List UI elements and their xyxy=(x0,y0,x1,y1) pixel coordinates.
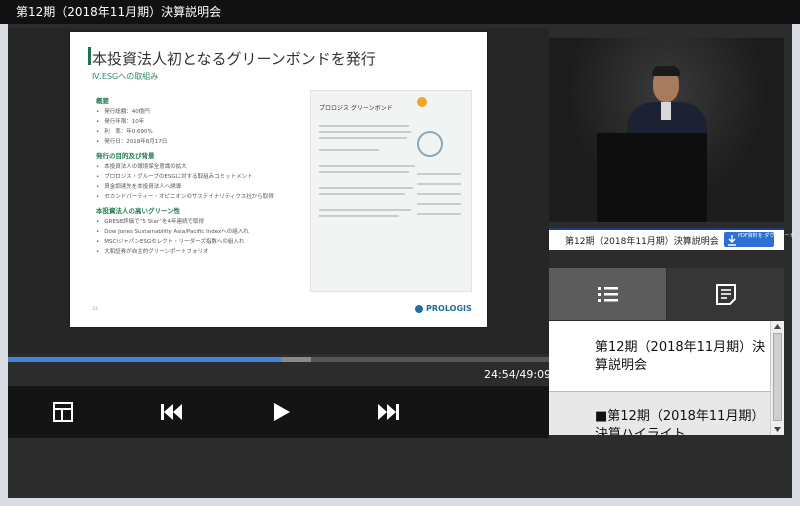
prologis-logo-text: PROLOGIS xyxy=(426,304,472,313)
previous-button[interactable] xyxy=(156,398,186,426)
doc-line xyxy=(417,203,461,205)
slide: 本投資法人初となるグリーンボンドを発行 Ⅳ.ESGへの取組み 概要 発行総額：4… xyxy=(70,32,487,327)
tab-documents[interactable] xyxy=(667,268,784,320)
doc-line xyxy=(319,187,413,189)
doc-line xyxy=(319,193,405,195)
player-controls xyxy=(8,386,549,438)
slide-page-number: 33 xyxy=(92,307,98,312)
timecode: 24:54/49:09 xyxy=(484,368,552,381)
doc-line xyxy=(417,213,461,215)
play-button[interactable] xyxy=(266,398,296,426)
chapter-list: 第12期（2018年11月期）決算説明会 ■第12期（2018年11月期）決算ハ… xyxy=(549,321,770,435)
seek-bar-played xyxy=(8,357,282,362)
chapter-list-scrollbar[interactable] xyxy=(770,321,784,435)
banner-title: 第12期（2018年11月期）決算説明会 xyxy=(565,237,719,247)
player-container: 本投資法人初となるグリーンボンドを発行 Ⅳ.ESGへの取組み 概要 発行総額：4… xyxy=(8,24,794,498)
seek-bar-buffered xyxy=(281,357,311,362)
list-icon xyxy=(598,287,618,302)
doc-line xyxy=(319,165,415,167)
slide-bullet: Dow Jones Sustainability Asia/Pacific In… xyxy=(96,227,304,237)
podium xyxy=(597,133,707,222)
seek-bar[interactable] xyxy=(8,357,549,362)
doc-line xyxy=(417,183,461,185)
doc-line xyxy=(319,131,411,133)
slide-document-image: プロロジス グリーンボンド xyxy=(310,90,472,292)
window-title: 第12期（2018年11月期）決算説明会 xyxy=(0,0,800,24)
slide-subtitle: Ⅳ.ESGへの取組み xyxy=(92,72,159,81)
next-button[interactable] xyxy=(374,398,404,426)
scroll-down-icon[interactable] xyxy=(771,423,784,435)
slide-area: 本投資法人初となるグリーンボンドを発行 Ⅳ.ESGへの取組み 概要 発行総額：4… xyxy=(8,28,549,354)
doc-line xyxy=(417,193,461,195)
speaker-video xyxy=(549,38,784,222)
list-item[interactable]: ■第12期（2018年11月期）決算ハイライト xyxy=(549,392,770,435)
list-item[interactable]: 第12期（2018年11月期）決算説明会 xyxy=(549,321,770,392)
slide-bullet: MSCIジャパンESGセレクト・リーダーズ指数への組入れ xyxy=(96,237,304,247)
slide-bullet: セカンドパーティー・オピニオンのサステイナリティクス社から取得 xyxy=(96,192,304,202)
slide-bullet: 発行総額：40億円 xyxy=(96,107,304,117)
certification-seal-icon xyxy=(417,131,443,157)
prologis-logo: PROLOGIS xyxy=(415,304,472,313)
chapter-label: ■第12期（2018年11月期）決算ハイライト xyxy=(595,409,765,435)
speaker-hair xyxy=(652,66,680,76)
pdf-download-button[interactable]: PDF資料を ダウンロード xyxy=(724,232,794,247)
slide-section-heading: 概要 xyxy=(96,97,109,105)
slide-bullet: 発行年限：10年 xyxy=(96,117,304,127)
sustainalytics-logo-icon xyxy=(417,97,427,107)
skip-back-icon xyxy=(161,404,182,420)
doc-line xyxy=(319,171,409,173)
doc-line xyxy=(319,137,407,139)
slide-left-column: 概要 発行総額：40億円 発行年限：10年 利 率：年0.690% 発行日：20… xyxy=(96,92,304,257)
slide-bullet: 本投資法人の環境保全意識の拡大 xyxy=(96,162,304,172)
download-icon xyxy=(728,235,736,246)
doc-line xyxy=(319,125,409,127)
scroll-up-icon[interactable] xyxy=(771,321,784,333)
slide-title-rule xyxy=(88,47,91,65)
doc-line xyxy=(319,149,379,151)
slide-section-heading: 発行の目的及び背景 xyxy=(96,152,155,160)
doc-line xyxy=(319,215,399,217)
document-icon xyxy=(716,284,736,305)
tab-chapters[interactable] xyxy=(549,268,666,320)
side-tabs xyxy=(549,268,784,320)
slide-bullet: 発行日：2018年8月17日 xyxy=(96,137,304,147)
chapter-label: 第12期（2018年11月期）決算説明会 xyxy=(595,340,766,373)
slide-title: 本投資法人初となるグリーンボンドを発行 xyxy=(92,50,376,68)
doc-line xyxy=(417,173,461,175)
slide-bullet: 大和証券が自主的グリーンポートフォリオ xyxy=(96,247,304,257)
event-banner: 第12期（2018年11月期）決算説明会 PDF資料を ダウンロード xyxy=(549,228,794,250)
window-frame: 第12期（2018年11月期）決算説明会 本投資法人初となるグリーンボンドを発行… xyxy=(0,0,800,506)
layout-icon xyxy=(53,402,73,422)
doc-title: プロロジス グリーンボンド xyxy=(319,105,393,112)
slide-bullet: GRESB評価で“5 Star”を4年連続で取得 xyxy=(96,217,304,227)
speaker-shirt xyxy=(661,102,671,120)
slide-bullet: 資金調達先を本投資法人へ誘導 xyxy=(96,182,304,192)
slide-bullet: プロロジス・グループのESGに対する取組みコミットメント xyxy=(96,172,304,182)
skip-forward-icon xyxy=(378,404,399,420)
slide-section-heading: 本投資法人の高いグリーン性 xyxy=(96,207,181,215)
pdf-download-label: PDF資料を ダウンロード xyxy=(738,233,795,239)
prologis-logo-icon xyxy=(415,304,423,313)
scrollbar-thumb[interactable] xyxy=(773,333,782,421)
play-icon xyxy=(274,403,290,421)
slide-bullet: 利 率：年0.690% xyxy=(96,127,304,137)
layout-toggle-button[interactable] xyxy=(48,398,78,426)
doc-line xyxy=(319,209,411,211)
